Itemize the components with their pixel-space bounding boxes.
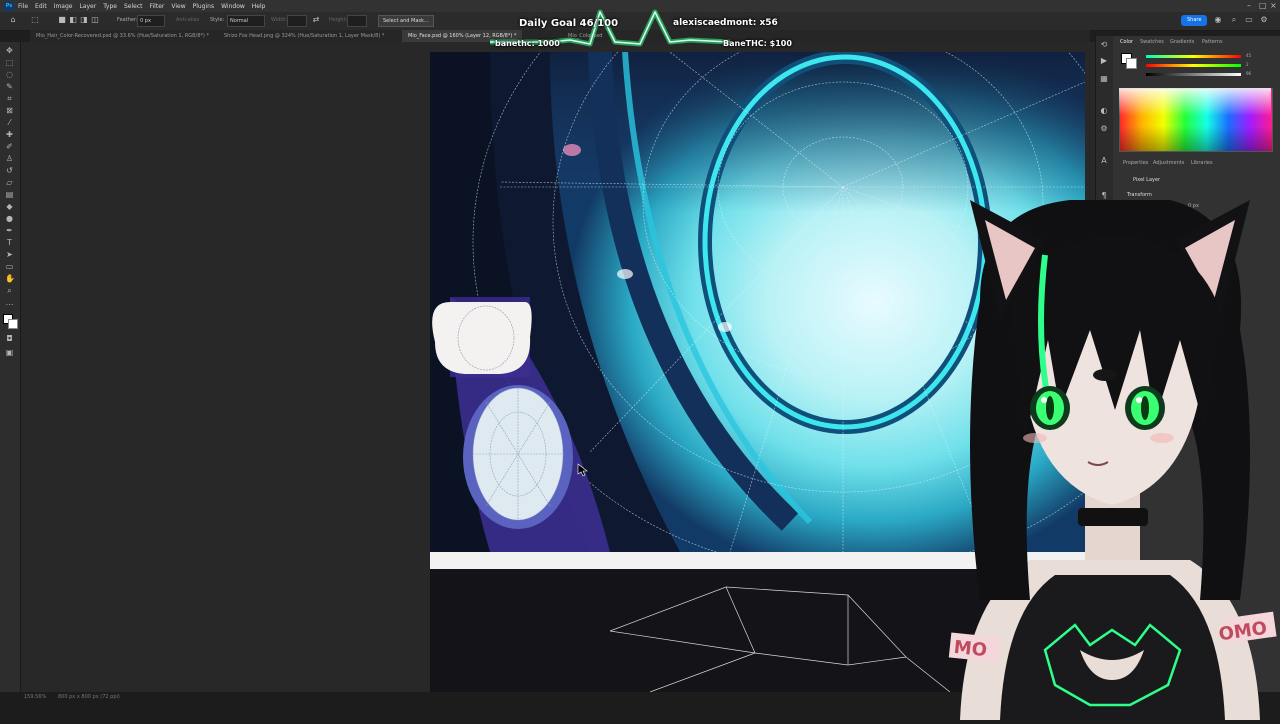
hand-tool-icon[interactable]: ✋ xyxy=(5,274,15,283)
width-label: Width: xyxy=(271,17,288,23)
top-donor-text: alexiscaedmont: x56 xyxy=(673,18,778,28)
menu-window[interactable]: Window xyxy=(221,3,245,10)
pen-tool-icon[interactable]: ✒ xyxy=(5,226,14,235)
eyedropper-tool-icon[interactable]: ⁄ xyxy=(5,118,14,127)
green-slider[interactable] xyxy=(1146,64,1241,67)
antialias-checkbox[interactable]: Anti-alias xyxy=(176,17,199,23)
tab-properties[interactable]: Properties xyxy=(1123,160,1148,166)
menu-select[interactable]: Select xyxy=(124,3,143,10)
intersect-selection-icon[interactable]: ◫ xyxy=(90,15,100,25)
dodge-tool-icon[interactable]: ● xyxy=(5,214,14,223)
bg-color-chip[interactable] xyxy=(1126,58,1137,69)
adjustments-panel-icon[interactable]: ◐ xyxy=(1099,106,1109,116)
menu-layer[interactable]: Layer xyxy=(79,3,96,10)
tab-swatches[interactable]: Swatches xyxy=(1140,39,1164,45)
settings-icon[interactable]: ⚙ xyxy=(1259,15,1269,25)
daily-goal-text: Daily Goal 46/100 xyxy=(519,18,619,29)
width-input[interactable] xyxy=(287,15,307,27)
menu-type[interactable]: Type xyxy=(103,3,117,10)
swap-dimensions-icon[interactable]: ⇄ xyxy=(311,15,321,25)
menu-view[interactable]: View xyxy=(171,3,185,10)
layers-panel-icon[interactable]: ▦ xyxy=(1099,74,1109,84)
tools-panel: ✥ ⬚ ◌ ✎ ⌗ ⊠ ⁄ ✚ ✐ ♙ ↺ ▱ ▤ ◆ ● ✒ T ➤ ▭ ✋ … xyxy=(0,42,21,692)
blur-tool-icon[interactable]: ◆ xyxy=(5,202,14,211)
properties-panel-icon[interactable]: ⚙ xyxy=(1099,124,1109,134)
red-slider[interactable] xyxy=(1146,55,1241,58)
home-icon[interactable]: ⌂ xyxy=(8,15,18,25)
spectrum-highlight xyxy=(1119,88,1271,150)
slider-value-1[interactable]: 45 xyxy=(1246,53,1251,58)
lasso-tool-icon[interactable]: ◌ xyxy=(5,70,14,79)
style-select[interactable]: Normal xyxy=(227,15,265,27)
menu-filter[interactable]: Filter xyxy=(150,3,165,10)
menu-file[interactable]: File xyxy=(18,3,28,10)
search-icon[interactable]: ⌕ xyxy=(1229,15,1239,25)
history-panel-icon[interactable]: ⟲ xyxy=(1099,40,1109,50)
tab-gradients[interactable]: Gradients xyxy=(1170,39,1194,45)
right-donor-text: BaneTHC: $100 xyxy=(723,39,792,48)
marquee-preset-icon[interactable]: ⬚ xyxy=(30,15,40,25)
tab-patterns[interactable]: Patterns xyxy=(1202,39,1223,45)
zoom-tool-icon[interactable]: ⌕ xyxy=(5,286,14,295)
armband-left-text: MO xyxy=(953,637,988,661)
share-button[interactable]: Share xyxy=(1181,15,1208,26)
photoshop-logo-icon: Ps xyxy=(4,1,14,11)
zoom-level[interactable]: 159.56% xyxy=(24,694,46,700)
quick-mask-icon[interactable]: ◘ xyxy=(5,334,14,343)
marquee-tool-icon[interactable]: ⬚ xyxy=(5,58,14,67)
gradient-tool-icon[interactable]: ▤ xyxy=(5,190,14,199)
quick-select-tool-icon[interactable]: ✎ xyxy=(5,82,14,91)
slider-value-3[interactable]: 96 xyxy=(1246,71,1251,76)
history-brush-tool-icon[interactable]: ↺ xyxy=(5,166,14,175)
feather-input[interactable]: 0 px xyxy=(137,15,165,27)
actions-panel-icon[interactable]: ▶ xyxy=(1099,56,1109,66)
path-select-tool-icon[interactable]: ➤ xyxy=(5,250,14,259)
tab-fox-head[interactable]: Shizo Fox Head.png @ 324% (Hue/Saturatio… xyxy=(218,30,390,42)
menu-help[interactable]: Help xyxy=(252,3,266,10)
brush-tool-icon[interactable]: ✐ xyxy=(5,142,14,151)
tab-hair-color[interactable]: Mio_Hair_Color-Recovered.psd @ 33.6% (Hu… xyxy=(30,30,215,42)
eraser-tool-icon[interactable]: ▱ xyxy=(5,178,14,187)
height-label: Height: xyxy=(329,17,348,23)
background-color-swatch[interactable] xyxy=(8,319,18,329)
height-input[interactable] xyxy=(347,15,367,27)
notifications-icon[interactable]: ◉ xyxy=(1213,15,1223,25)
feather-label: Feather: xyxy=(117,17,138,23)
document-size: 800 px x 800 px (72 ppi) xyxy=(58,694,120,700)
blue-slider[interactable] xyxy=(1146,73,1241,76)
workspace-icon[interactable]: ▭ xyxy=(1244,15,1254,25)
type-tool-icon[interactable]: T xyxy=(5,238,14,247)
tab-color[interactable]: Color xyxy=(1120,39,1133,45)
move-tool-icon[interactable]: ✥ xyxy=(5,46,14,55)
style-label: Style: xyxy=(210,17,225,23)
screen-mode-icon[interactable]: ▣ xyxy=(5,348,14,357)
healing-tool-icon[interactable]: ✚ xyxy=(5,130,14,139)
menu-plugins[interactable]: Plugins xyxy=(193,3,215,10)
select-and-mask-button[interactable]: Select and Mask... xyxy=(378,15,434,27)
subtract-selection-icon[interactable]: ◨ xyxy=(79,15,89,25)
menu-edit[interactable]: Edit xyxy=(35,3,47,10)
close-icon[interactable]: × xyxy=(1270,1,1277,10)
clone-stamp-tool-icon[interactable]: ♙ xyxy=(5,154,14,163)
slider-value-2[interactable]: 2 xyxy=(1246,62,1249,67)
left-donor-text: banethc: 1000 xyxy=(495,39,560,48)
crop-tool-icon[interactable]: ⌗ xyxy=(5,94,14,103)
shape-tool-icon[interactable]: ▭ xyxy=(5,262,14,271)
vtuber-avatar: MO OMO xyxy=(940,180,1280,720)
add-selection-icon[interactable]: ◧ xyxy=(68,15,78,25)
tab-libraries[interactable]: Libraries xyxy=(1191,160,1213,166)
tab-adjustments[interactable]: Adjustments xyxy=(1153,160,1184,166)
more-tools-icon[interactable]: ⋯ xyxy=(5,300,14,309)
frame-tool-icon[interactable]: ⊠ xyxy=(5,106,14,115)
menu-image[interactable]: Image xyxy=(54,3,73,10)
maximize-icon[interactable]: □ xyxy=(1259,1,1267,10)
minimize-icon[interactable]: – xyxy=(1247,1,1251,10)
new-selection-icon[interactable]: ■ xyxy=(57,15,67,25)
character-panel-icon[interactable]: A xyxy=(1099,156,1109,166)
